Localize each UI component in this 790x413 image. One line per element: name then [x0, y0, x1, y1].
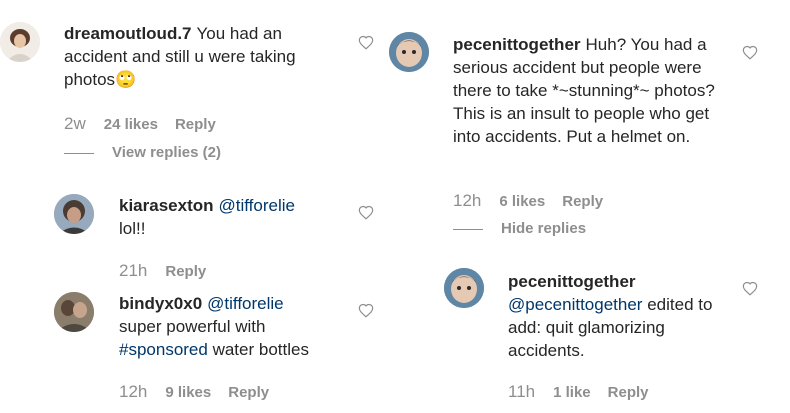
- mention-link[interactable]: @tifforelie: [219, 196, 295, 215]
- comment-likes[interactable]: 6 likes: [499, 193, 545, 210]
- like-heart-icon[interactable]: [358, 303, 374, 318]
- reply-button[interactable]: Reply: [165, 263, 206, 280]
- comment-username[interactable]: pecenittogether: [508, 272, 636, 291]
- comment-likes[interactable]: 9 likes: [165, 384, 211, 401]
- comment-time[interactable]: 11h: [508, 382, 535, 402]
- comment-likes[interactable]: 24 likes: [104, 116, 158, 133]
- hashtag-link[interactable]: #sponsored: [119, 340, 208, 359]
- comment-text: pecenittogether @pecenittogether edited …: [508, 272, 713, 360]
- like-heart-icon[interactable]: [742, 45, 758, 60]
- eye-roll-emoji: 🙄: [115, 70, 137, 89]
- reply-button[interactable]: Reply: [175, 116, 216, 133]
- comment-meta: 11h 1 like Reply: [508, 382, 666, 402]
- user-avatar-icon: [444, 268, 484, 308]
- comment-meta: 12h 9 likes Reply: [119, 382, 286, 402]
- like-heart-icon[interactable]: [742, 281, 758, 296]
- view-replies-button[interactable]: View replies (2): [64, 144, 221, 161]
- user-avatar-icon: [54, 292, 94, 332]
- comment-time[interactable]: 2w: [64, 114, 86, 134]
- comment-text: kiarasexton @tifforelie lol!!: [119, 196, 295, 238]
- comment-time[interactable]: 21h: [119, 261, 147, 281]
- comment-likes[interactable]: 1 like: [553, 384, 591, 401]
- divider-line: [64, 152, 94, 154]
- like-heart-icon[interactable]: [358, 35, 374, 50]
- divider-line: [453, 228, 483, 230]
- mention-link[interactable]: @tifforelie: [207, 294, 283, 313]
- avatar[interactable]: [54, 194, 94, 234]
- reply-button[interactable]: Reply: [562, 193, 603, 210]
- avatar[interactable]: [444, 268, 484, 308]
- comment-meta: 12h 6 likes Reply: [453, 191, 620, 211]
- avatar[interactable]: [54, 292, 94, 332]
- hide-replies-button[interactable]: Hide replies: [453, 220, 586, 237]
- comment-meta: 21h Reply: [119, 261, 223, 281]
- comment-username[interactable]: pecenittogether: [453, 35, 581, 54]
- comment-text: dreamoutloud.7 You had an accident and st…: [64, 24, 296, 89]
- comment-username[interactable]: kiarasexton: [119, 196, 214, 215]
- comment-text: pecenittogether Huh? You had a serious ac…: [453, 35, 715, 146]
- comment-time[interactable]: 12h: [119, 382, 147, 402]
- reply-button[interactable]: Reply: [608, 384, 649, 401]
- mention-link[interactable]: @pecenittogether: [508, 295, 642, 314]
- user-avatar-icon: [54, 194, 94, 234]
- comment-username[interactable]: bindyx0x0: [119, 294, 202, 313]
- comment-time[interactable]: 12h: [453, 191, 481, 211]
- like-heart-icon[interactable]: [358, 205, 374, 220]
- reply-button[interactable]: Reply: [228, 384, 269, 401]
- comment-meta: 2w 24 likes Reply: [64, 114, 233, 134]
- user-avatar-icon: [389, 32, 429, 72]
- comment-text: bindyx0x0 @tifforelie super powerful with…: [119, 294, 309, 359]
- avatar[interactable]: [0, 22, 40, 62]
- comment-username[interactable]: dreamoutloud.7: [64, 24, 192, 43]
- avatar[interactable]: [389, 32, 429, 72]
- user-avatar-icon: [0, 22, 40, 62]
